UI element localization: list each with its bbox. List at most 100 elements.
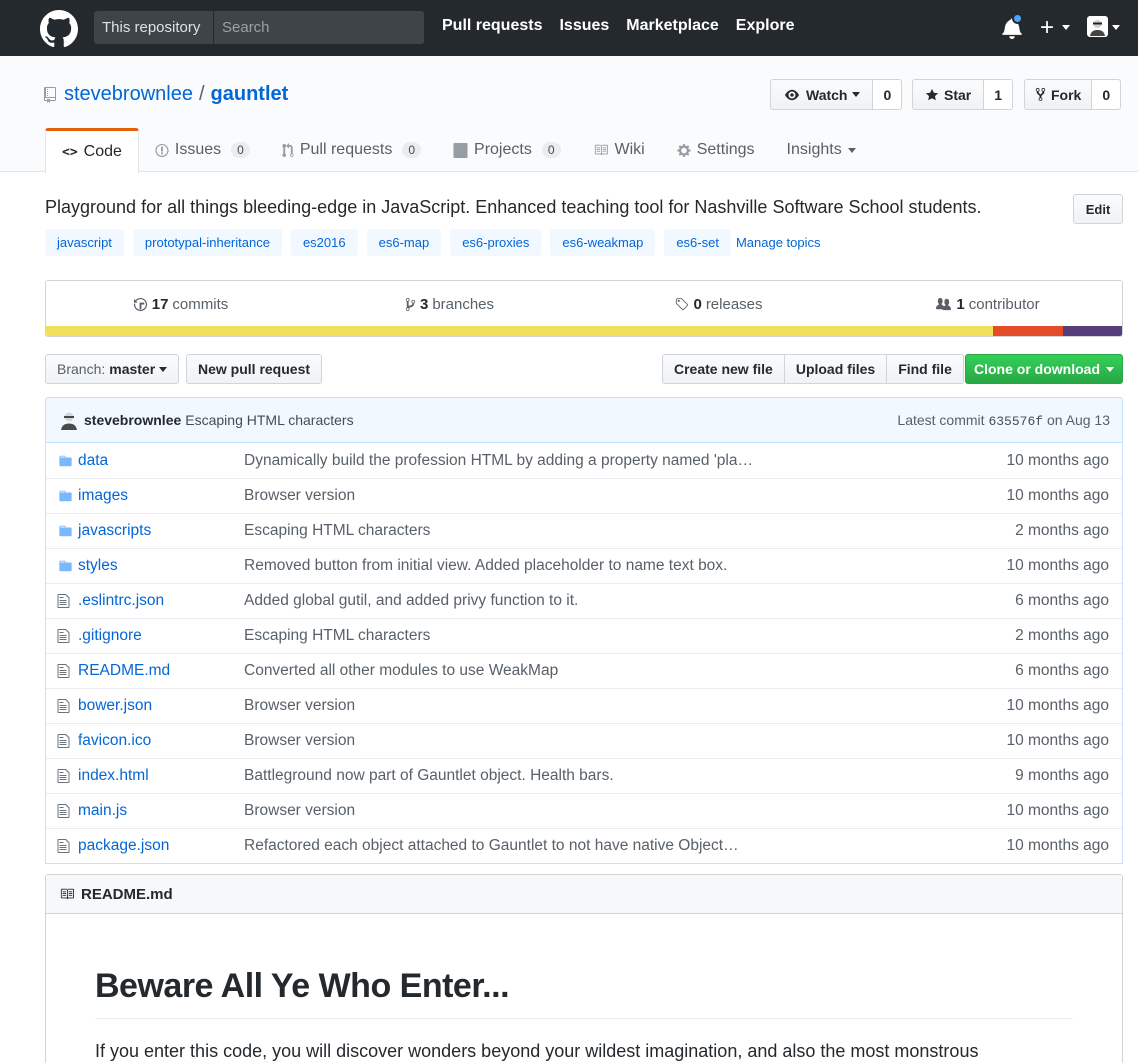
folder-icon: [46, 559, 78, 573]
watch-button[interactable]: Watch: [770, 79, 874, 110]
repo-tabs: <> Code Issues 0 Pull requests 0 Project…: [45, 128, 872, 173]
latest-commit-prefix: Latest commit: [897, 411, 985, 428]
file-name-link[interactable]: images: [78, 487, 244, 505]
find-file-button[interactable]: Find file: [887, 354, 964, 384]
project-icon: [453, 142, 468, 158]
repo-name-link[interactable]: gauntlet: [211, 83, 289, 106]
language-bar-segment[interactable]: [992, 326, 1063, 336]
edit-description-button[interactable]: Edit: [1073, 194, 1123, 224]
commit-message-link[interactable]: Browser version: [244, 487, 804, 505]
nav-pull-requests[interactable]: Pull requests: [442, 17, 542, 35]
readme-heading: Beware All Ye Who Enter...: [95, 967, 510, 1005]
topic-tag[interactable]: es2016: [290, 229, 358, 256]
create-new-file-button[interactable]: Create new file: [662, 354, 785, 384]
upload-files-button[interactable]: Upload files: [784, 354, 888, 384]
file-icon: [46, 663, 78, 679]
tab-settings[interactable]: Settings: [661, 128, 771, 172]
commit-message-link[interactable]: Browser version: [244, 732, 804, 750]
new-pull-request-button[interactable]: New pull request: [186, 354, 323, 384]
star-icon: [925, 88, 939, 100]
branch-select-button[interactable]: Branch: master: [45, 354, 180, 384]
commits-count: 17: [151, 295, 169, 313]
contributors-link[interactable]: 1 contributor: [853, 281, 1122, 327]
commit-message-link[interactable]: Dynamically build the profession HTML by…: [244, 452, 804, 470]
people-icon: [936, 297, 952, 310]
tab-pull-requests[interactable]: Pull requests 0: [266, 128, 437, 172]
commit-message-link[interactable]: Browser version: [244, 802, 804, 820]
tab-projects[interactable]: Projects 0: [437, 128, 576, 172]
file-name-link[interactable]: .eslintrc.json: [78, 592, 244, 610]
commit-author-link[interactable]: stevebrownlee: [84, 412, 181, 428]
file-actions: Create new file Upload files Find file: [662, 354, 964, 384]
nav-marketplace[interactable]: Marketplace: [626, 17, 719, 35]
fork-group: Fork 0: [1024, 79, 1122, 110]
eye-icon: [785, 89, 799, 100]
topic-tag[interactable]: es6-weakmap: [550, 229, 656, 256]
commit-message-link[interactable]: Refactored each object attached to Gaunt…: [244, 837, 804, 855]
repo-description: Playground for all things bleeding-edge …: [45, 197, 982, 217]
tab-insights[interactable]: Insights: [771, 128, 872, 172]
topic-tag[interactable]: es6-set: [664, 229, 731, 256]
star-button[interactable]: Star: [912, 79, 985, 110]
table-row: favicon.ico Browser version 10 months ago: [46, 723, 1122, 758]
file-name-link[interactable]: package.json: [78, 837, 244, 855]
topic-tag[interactable]: es6-map: [366, 229, 442, 256]
manage-topics-link[interactable]: Manage topics: [736, 235, 821, 250]
topic-tag[interactable]: es6-proxies: [450, 229, 542, 256]
language-bar-segment[interactable]: [46, 326, 993, 336]
commit-message-link[interactable]: Added global gutil, and added privy func…: [244, 592, 804, 610]
tab-issues[interactable]: Issues 0: [139, 128, 266, 172]
tab-code[interactable]: <> Code: [45, 128, 139, 173]
clone-or-download-button[interactable]: Clone or download: [965, 354, 1123, 384]
search-input[interactable]: [214, 11, 424, 44]
table-row: README.md Converted all other modules to …: [46, 653, 1122, 688]
commit-message-link[interactable]: Escaping HTML characters: [244, 627, 804, 645]
commit-sha-link[interactable]: 635576f: [988, 414, 1043, 429]
topic-tag[interactable]: javascript: [45, 229, 124, 256]
file-name-link[interactable]: README.md: [78, 662, 244, 680]
fork-button[interactable]: Fork: [1024, 79, 1093, 110]
branches-link[interactable]: 3 branches: [315, 281, 584, 327]
nav-explore[interactable]: Explore: [736, 17, 795, 35]
topic-tag[interactable]: prototypal-inheritance: [132, 229, 282, 256]
language-bar-segment[interactable]: [1062, 326, 1122, 336]
language-bar[interactable]: [46, 326, 1122, 336]
commit-age: 10 months ago: [1006, 732, 1109, 749]
commit-age: 10 months ago: [1006, 802, 1109, 819]
fork-count[interactable]: 0: [1092, 79, 1122, 110]
file-list: data Dynamically build the profession HTM…: [45, 443, 1123, 864]
plus-icon[interactable]: +: [1040, 14, 1054, 42]
file-name-link[interactable]: data: [78, 452, 244, 470]
file-icon: [46, 593, 78, 609]
nav-issues[interactable]: Issues: [559, 17, 609, 35]
tab-pull-requests-label: Pull requests: [299, 141, 393, 158]
tab-projects-count: 0: [541, 142, 561, 158]
commit-message-link[interactable]: Removed button from initial view. Added …: [244, 557, 804, 575]
releases-link[interactable]: 0 releases: [584, 281, 853, 327]
file-name-link[interactable]: .gitignore: [78, 627, 244, 645]
github-logo-icon[interactable]: [40, 10, 78, 48]
gear-icon: [677, 143, 691, 157]
star-count[interactable]: 1: [984, 79, 1014, 110]
commit-message-link[interactable]: Converted all other modules to use WeakM…: [244, 662, 804, 680]
file-name-link[interactable]: index.html: [78, 767, 244, 785]
avatar[interactable]: [1087, 16, 1108, 37]
commit-message-link[interactable]: Battleground now part of Gauntlet object…: [244, 767, 804, 785]
commits-link[interactable]: 17 commits: [46, 281, 315, 327]
commit-age: 2 months ago: [1015, 522, 1109, 539]
watch-count[interactable]: 0: [873, 79, 903, 110]
commit-message-link[interactable]: Escaping HTML characters: [244, 522, 804, 540]
commit-age: 10 months ago: [1006, 557, 1109, 574]
repo-owner-link[interactable]: stevebrownlee: [64, 83, 193, 106]
commit-message-link[interactable]: Browser version: [244, 697, 804, 715]
file-name-link[interactable]: javascripts: [78, 522, 244, 540]
commit-message-link[interactable]: Escaping HTML characters: [185, 412, 353, 428]
avatar[interactable]: [60, 410, 78, 430]
search-scope-label[interactable]: This repository: [94, 11, 214, 44]
file-name-link[interactable]: main.js: [78, 802, 244, 820]
numbers-summary: 17 commits 3 branches 0 releases 1 contr…: [45, 280, 1123, 337]
file-name-link[interactable]: styles: [78, 557, 244, 575]
file-name-link[interactable]: favicon.ico: [78, 732, 244, 750]
tab-wiki[interactable]: Wiki: [577, 128, 661, 172]
file-name-link[interactable]: bower.json: [78, 697, 244, 715]
